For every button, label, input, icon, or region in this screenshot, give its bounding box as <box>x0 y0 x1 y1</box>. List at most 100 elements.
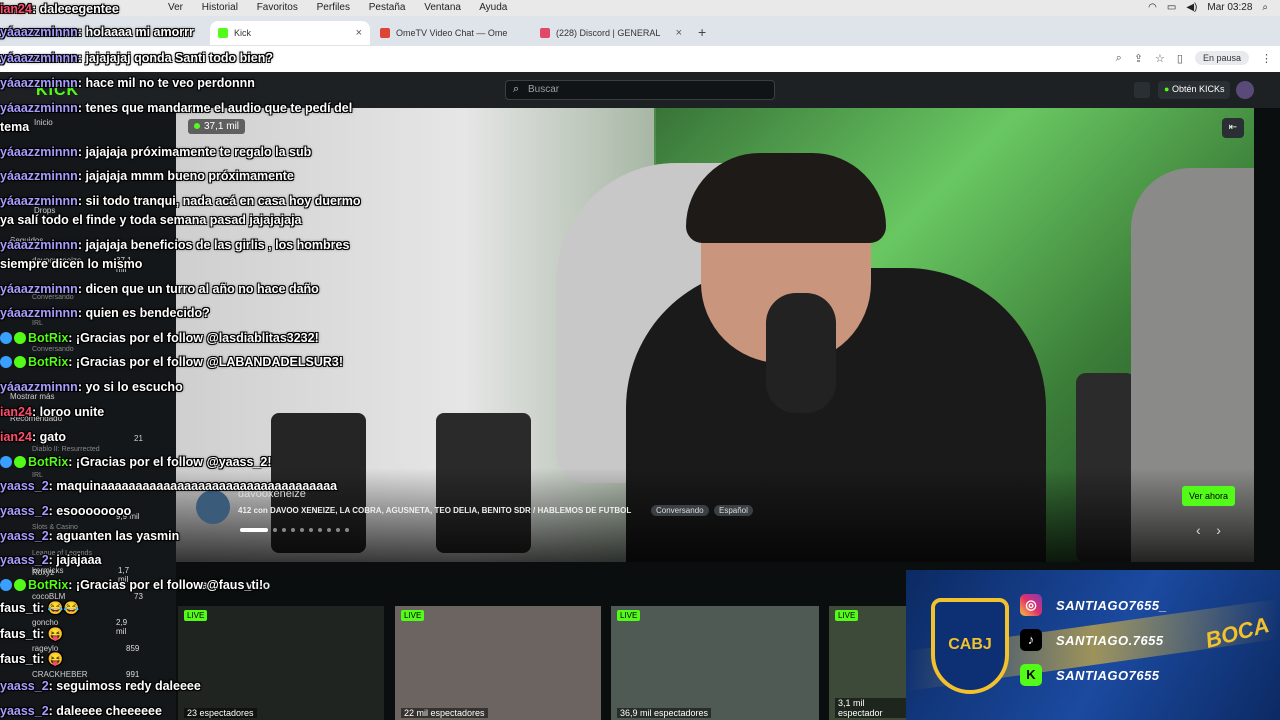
menu-item[interactable]: Ventana <box>424 2 461 13</box>
sidebar-section-title: Seguidos <box>10 236 44 245</box>
close-icon[interactable]: × <box>356 27 362 39</box>
get-kicks-button[interactable]: ● Obtén KICKs <box>1158 81 1231 99</box>
tab-label: OmeTV Video Chat — Ome <box>396 28 508 38</box>
profile-pause-button[interactable]: En pausa <box>1194 51 1249 65</box>
social-handle: SANTIAGO7655_ <box>1056 597 1168 613</box>
new-tab-button[interactable]: + <box>698 24 706 40</box>
sidebar-channel-sub: Conversando <box>32 294 74 301</box>
streamer-avatar[interactable] <box>196 490 230 524</box>
address-bar[interactable]: ⌕ ⇪ ☆ ▯ En pausa ⋮ <box>0 46 1280 73</box>
battery-icon[interactable]: ▭ <box>1167 2 1176 13</box>
menu-item[interactable]: Favoritos <box>257 2 298 13</box>
carousel-dot[interactable] <box>240 528 268 532</box>
avatar[interactable] <box>1236 81 1254 99</box>
layout-icon[interactable] <box>1134 82 1150 98</box>
carousel-dot[interactable] <box>327 528 331 532</box>
search-icon[interactable]: ⌕ <box>1262 2 1268 13</box>
menu-icon[interactable]: ⋮ <box>1261 52 1272 65</box>
tab-discord[interactable]: (228) Discord | GENERAL × <box>532 21 690 45</box>
wifi-icon[interactable]: ◠ <box>1148 2 1157 13</box>
carousel-dot[interactable] <box>318 528 322 532</box>
sidebar-channel[interactable]: davooxeneize 37,1 mil <box>32 256 132 274</box>
carousel-dot[interactable] <box>309 528 313 532</box>
tab-kick[interactable]: Kick × <box>210 21 370 45</box>
carousel-dot[interactable] <box>273 528 277 532</box>
viewer-count: 3,1 mil espectador <box>835 698 906 718</box>
carousel-dot[interactable] <box>345 528 349 532</box>
clock[interactable]: Mar 03:28 <box>1207 2 1252 13</box>
sidebar-channel[interactable]: goncho 2,9 mil <box>32 618 127 636</box>
toolbar-icons: ⌕ ⇪ ☆ ▯ En pausa ⋮ <box>1116 51 1272 65</box>
sidepanel-icon[interactable]: ▯ <box>1177 52 1183 65</box>
social-row: ♪ SANTIAGO.7655 <box>1020 629 1164 651</box>
viewer-count: 22 mil espectadores <box>401 708 488 718</box>
zoom-icon[interactable]: ⌕ <box>1116 52 1122 65</box>
stream-thumbnail[interactable]: LIVE 23 espectadores <box>178 606 384 720</box>
show-more-link[interactable]: Mostrar más <box>10 392 54 401</box>
live-badge: LIVE <box>184 610 208 621</box>
sidebar-channel-category: Diablo II: Resurrected <box>32 446 100 453</box>
menu-item[interactable]: Pestaña <box>369 2 406 13</box>
stream-title: 412 con DAVOO XENEIZE, LA COBRA, AGUSNET… <box>238 506 632 515</box>
status-area: ◠ ▭ ◀) Mar 03:28 ⌕ <box>1148 2 1268 13</box>
viewer-count: 23 espectadores <box>184 708 257 718</box>
kicks-icon: ● <box>1164 84 1170 94</box>
volume-icon[interactable]: ◀) <box>1186 2 1197 13</box>
live-badge: LIVE <box>401 610 425 621</box>
kick-icon <box>218 28 228 38</box>
menu-item[interactable]: Perfiles <box>317 2 350 13</box>
streamer-name[interactable]: davooxeneize <box>238 488 306 500</box>
tab-ometv[interactable]: OmeTV Video Chat — Ome <box>372 21 524 45</box>
search-placeholder: Buscar <box>528 84 560 95</box>
stream-overlay-socials: CABJ BOCA ◎ SANTIAGO7655_ ♪ SANTIAGO.765… <box>906 570 1280 720</box>
video-shade <box>176 468 1254 562</box>
sidebar-item-home[interactable]: Inicio <box>34 118 53 127</box>
sidebar-channel[interactable]: rageylo 859 <box>32 644 139 653</box>
stream-thumbnail[interactable]: LIVE 36,9 mil espectadores <box>611 606 819 720</box>
get-kicks-label: Obtén KICKs <box>1171 84 1225 94</box>
stream-thumbnail[interactable]: LIVE 3,1 mil espectador <box>829 606 906 720</box>
chevron-left-icon[interactable]: ‹ <box>1196 522 1201 538</box>
carousel-dots <box>240 528 349 532</box>
social-row: K SANTIAGO7655 <box>1020 664 1160 686</box>
menu-item[interactable]: Ver <box>168 2 183 13</box>
watch-now-button[interactable]: Ver ahora <box>1182 486 1236 506</box>
kick-logo[interactable]: KICK <box>36 82 79 100</box>
carousel-dot[interactable] <box>291 528 295 532</box>
ometv-icon <box>380 28 390 38</box>
stream-tag[interactable]: Conversando <box>651 505 709 516</box>
carousel-dot[interactable] <box>282 528 286 532</box>
sidebar-section-title: Recomendado <box>10 414 63 423</box>
discord-icon <box>540 28 550 38</box>
sidebar-channel[interactable]: cocoBLM 73 <box>32 592 143 601</box>
menu-item[interactable]: Ayuda <box>479 2 507 13</box>
section-title: Streams en vivo <box>178 578 271 592</box>
menu-item[interactable]: Historial <box>202 2 238 13</box>
stream-thumbnail[interactable]: LIVE 22 mil espectadores <box>395 606 601 720</box>
sidebar-viewers: 21 <box>134 434 143 443</box>
stream-tag[interactable]: Español <box>714 505 753 516</box>
carousel-dot[interactable] <box>300 528 304 532</box>
social-row: ◎ SANTIAGO7655_ <box>1020 594 1167 616</box>
chevron-right-icon[interactable]: › <box>1216 522 1221 538</box>
video-microphone <box>766 293 836 413</box>
tab-bar: Kick × OmeTV Video Chat — Ome (228) Disc… <box>0 16 1280 46</box>
close-icon[interactable]: × <box>676 27 682 39</box>
kick-icon: K <box>1020 664 1042 686</box>
sidebar-channel[interactable]: CRACKHEBER 991 <box>32 670 139 679</box>
sidebar-channel[interactable]: kermicks 1,7 mil <box>32 566 129 584</box>
sidebar-viewers: 9,9 mil <box>116 512 140 521</box>
carousel-dot[interactable] <box>336 528 340 532</box>
star-icon[interactable]: ☆ <box>1155 52 1165 65</box>
sidebar-item-drops[interactable]: Drops <box>34 206 55 215</box>
video-person-hair <box>686 153 886 243</box>
share-icon[interactable]: ⇪ <box>1134 52 1143 65</box>
sidebar-channel-category: Slots & Casino <box>32 524 78 531</box>
viewer-count-badge: 37,1 mil <box>188 119 246 134</box>
featured-stream-player[interactable] <box>176 108 1254 562</box>
search-input[interactable]: ⌕ Buscar <box>505 80 775 100</box>
live-badge: LIVE <box>835 610 859 621</box>
sidebar-channel-sub: Conversando <box>32 346 74 353</box>
app-menus: Ver Historial Favoritos Perfiles Pestaña… <box>168 2 523 13</box>
collapse-chat-icon[interactable]: ⇤ <box>1222 118 1244 138</box>
